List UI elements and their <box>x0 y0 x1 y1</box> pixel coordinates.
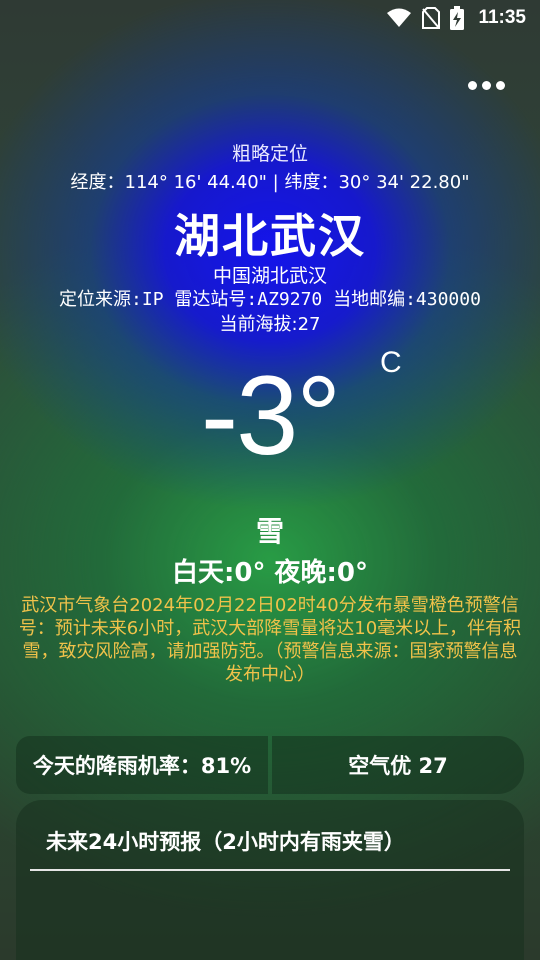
forecast-divider <box>30 869 510 871</box>
coordinates: 经度：114° 16' 44.40" | 纬度：30° 34' 22.80" <box>70 172 470 193</box>
forecast-panel: 未来24小时预报（2小时内有雨夹雪） <box>16 800 524 960</box>
rain-probability-card[interactable]: 今天的降雨机率：81% <box>16 736 268 794</box>
current-temperature: -3° <box>200 353 341 478</box>
more-horizontal-icon-dot <box>481 80 491 90</box>
more-options-button[interactable] <box>460 70 512 100</box>
no-sim-icon <box>422 7 441 29</box>
air-quality-text: 空气优 27 <box>348 754 448 778</box>
location-mode: 粗略定位 <box>231 143 308 165</box>
region-name: 中国湖北武汉 <box>212 265 327 287</box>
weather-condition: 雪 <box>255 515 284 548</box>
wifi-icon <box>387 8 412 27</box>
battery-charging-icon <box>450 6 465 30</box>
location-meta: 定位来源:IP 雷达站号:AZ9270 当地邮编:430000 <box>59 289 481 310</box>
temperature-unit: C <box>380 346 402 379</box>
status-time: 11:35 <box>478 7 526 28</box>
altitude: 当前海拔:27 <box>219 314 321 335</box>
city-name[interactable]: 湖北武汉 <box>0 200 540 266</box>
more-horizontal-icon-dot <box>495 80 505 90</box>
status-bar: 11:35 <box>0 0 540 36</box>
rain-probability-text: 今天的降雨机率：81% <box>32 754 252 778</box>
air-quality-card[interactable]: 空气优 27 <box>272 736 524 794</box>
weather-warning[interactable]: 武汉市气象台2024年02月22日02时40分发布暴雪橙色预警信号：预计未来6小… <box>14 594 526 686</box>
day-night-temperature: 白天:0° 夜晚:0° <box>171 558 369 588</box>
more-horizontal-icon <box>467 80 477 90</box>
forecast-title: 未来24小时预报（2小时内有雨夹雪） <box>46 830 405 854</box>
